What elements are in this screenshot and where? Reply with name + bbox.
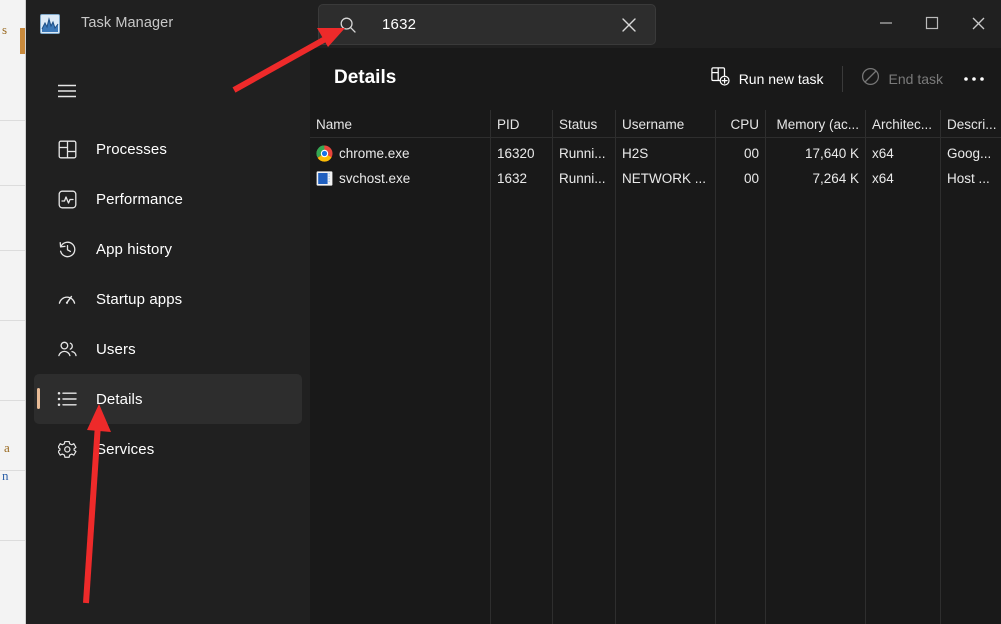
column-header-name[interactable]: ^ Name	[310, 110, 490, 138]
maximize-icon[interactable]	[909, 0, 955, 46]
task-manager-chart-icon	[40, 14, 60, 34]
column-header-label: Architec...	[872, 116, 933, 132]
column-header-description[interactable]: Descri...	[941, 110, 1001, 138]
window-title: Task Manager	[81, 15, 174, 31]
hamburger-icon[interactable]	[48, 72, 86, 110]
startup-apps-icon	[54, 290, 80, 309]
cell-status: Runni...	[559, 146, 606, 161]
cell-cpu: 00	[743, 146, 759, 161]
toolbar: Run new task End task	[699, 59, 993, 99]
cell-memory: 17,640 K	[804, 146, 859, 161]
chrome-icon	[316, 145, 333, 162]
table-row[interactable]: svchost.exe 1632 Runni... NETWORK ... 00…	[310, 166, 1001, 191]
window-controls	[863, 0, 1001, 46]
end-task-button[interactable]: End task	[849, 60, 955, 98]
table-header-row: ^ Name PID Status Username CPU	[310, 110, 1001, 138]
svchost-icon	[316, 170, 333, 187]
column-header-label: Memory (ac...	[776, 116, 859, 132]
cell-username: NETWORK ...	[622, 171, 706, 186]
more-options-icon[interactable]	[955, 60, 993, 98]
cell-memory: 7,264 K	[812, 171, 859, 186]
background-text-fragment-1: s	[2, 22, 8, 37]
process-table: ^ Name PID Status Username CPU	[310, 110, 1001, 624]
sidebar-item-label: Startup apps	[96, 290, 183, 308]
run-new-task-label: Run new task	[738, 71, 824, 87]
minimize-icon[interactable]	[863, 0, 909, 46]
background-window: s a n	[0, 0, 26, 624]
content-area: Details Run new task End task Name PID S…	[310, 48, 1001, 624]
column-header-status[interactable]: Status	[553, 110, 615, 138]
processes-icon	[54, 140, 80, 159]
page-title: Details	[334, 67, 397, 88]
sidebar-item-label: Users	[96, 340, 136, 358]
cell-username: H2S	[622, 146, 649, 161]
cell-cpu: 00	[743, 171, 759, 186]
sidebar-item-details[interactable]: Details	[34, 374, 302, 424]
column-header-username[interactable]: Username	[616, 110, 715, 138]
background-text-fragment-2: a	[4, 440, 10, 455]
content-header: Details Run new task End task	[310, 48, 1001, 110]
table-row[interactable]: chrome.exe 16320 Runni... H2S 00 17,640 …	[310, 141, 1001, 166]
sidebar-item-services[interactable]: Services	[34, 424, 302, 474]
cell-pid: 1632	[497, 171, 528, 186]
performance-icon	[54, 190, 80, 209]
sidebar-item-label: App history	[96, 240, 173, 258]
sidebar-item-label: Services	[96, 440, 155, 458]
cell-name: chrome.exe	[310, 141, 490, 166]
screen: s a n Task Manager 1632 Processes Perfor…	[0, 0, 1001, 624]
column-header-label: Username	[622, 116, 685, 132]
run-new-task-icon	[710, 67, 730, 91]
search-icon	[339, 16, 357, 34]
search-input[interactable]: 1632	[382, 16, 416, 33]
cell-architecture: x64	[872, 146, 894, 161]
cell-name: svchost.exe	[310, 166, 490, 191]
background-text-fragment-3: n	[2, 468, 9, 483]
search-box[interactable]: 1632	[318, 4, 656, 45]
sort-ascending-icon: ^	[398, 110, 403, 115]
title-bar: Task Manager 1632	[26, 0, 1001, 48]
users-icon	[54, 340, 80, 359]
app-history-icon	[54, 240, 80, 259]
clear-icon[interactable]	[619, 15, 639, 35]
sidebar-item-app-history[interactable]: App history	[34, 224, 302, 274]
cell-status: Runni...	[559, 171, 606, 186]
details-icon	[54, 391, 80, 407]
column-header-label: Name	[316, 116, 353, 132]
column-header-cpu[interactable]: CPU	[716, 110, 765, 138]
task-manager-window: Task Manager 1632 Processes Performance …	[26, 0, 1001, 624]
run-new-task-button[interactable]: Run new task	[699, 60, 836, 98]
toolbar-divider	[841, 66, 843, 92]
column-header-label: CPU	[730, 116, 759, 132]
column-header-label: PID	[497, 116, 520, 132]
sidebar-item-startup-apps[interactable]: Startup apps	[34, 274, 302, 324]
sidebar-item-processes[interactable]: Processes	[34, 124, 302, 174]
cell-text: chrome.exe	[339, 146, 410, 161]
cell-description: Goog...	[947, 146, 992, 161]
cell-description: Host ...	[947, 171, 990, 186]
column-header-label: Descri...	[947, 116, 997, 132]
end-task-icon	[861, 67, 880, 91]
sidebar-item-label: Details	[96, 390, 143, 408]
column-header-architecture[interactable]: Architec...	[866, 110, 940, 138]
sidebar-nav: Processes Performance App history Startu…	[34, 124, 302, 474]
sidebar: Processes Performance App history Startu…	[26, 48, 310, 624]
sidebar-item-label: Performance	[96, 190, 183, 208]
sidebar-item-label: Processes	[96, 140, 167, 158]
cell-text: svchost.exe	[339, 171, 411, 186]
cell-pid: 16320	[497, 146, 535, 161]
sidebar-item-users[interactable]: Users	[34, 324, 302, 374]
services-icon	[54, 440, 80, 459]
column-header-pid[interactable]: PID	[491, 110, 552, 138]
column-header-label: Status	[559, 116, 598, 132]
close-icon[interactable]	[955, 0, 1001, 46]
sidebar-item-performance[interactable]: Performance	[34, 174, 302, 224]
selection-indicator	[37, 388, 40, 409]
end-task-label: End task	[888, 71, 943, 87]
cell-architecture: x64	[872, 171, 894, 186]
column-header-memory[interactable]: Memory (ac...	[766, 110, 865, 138]
